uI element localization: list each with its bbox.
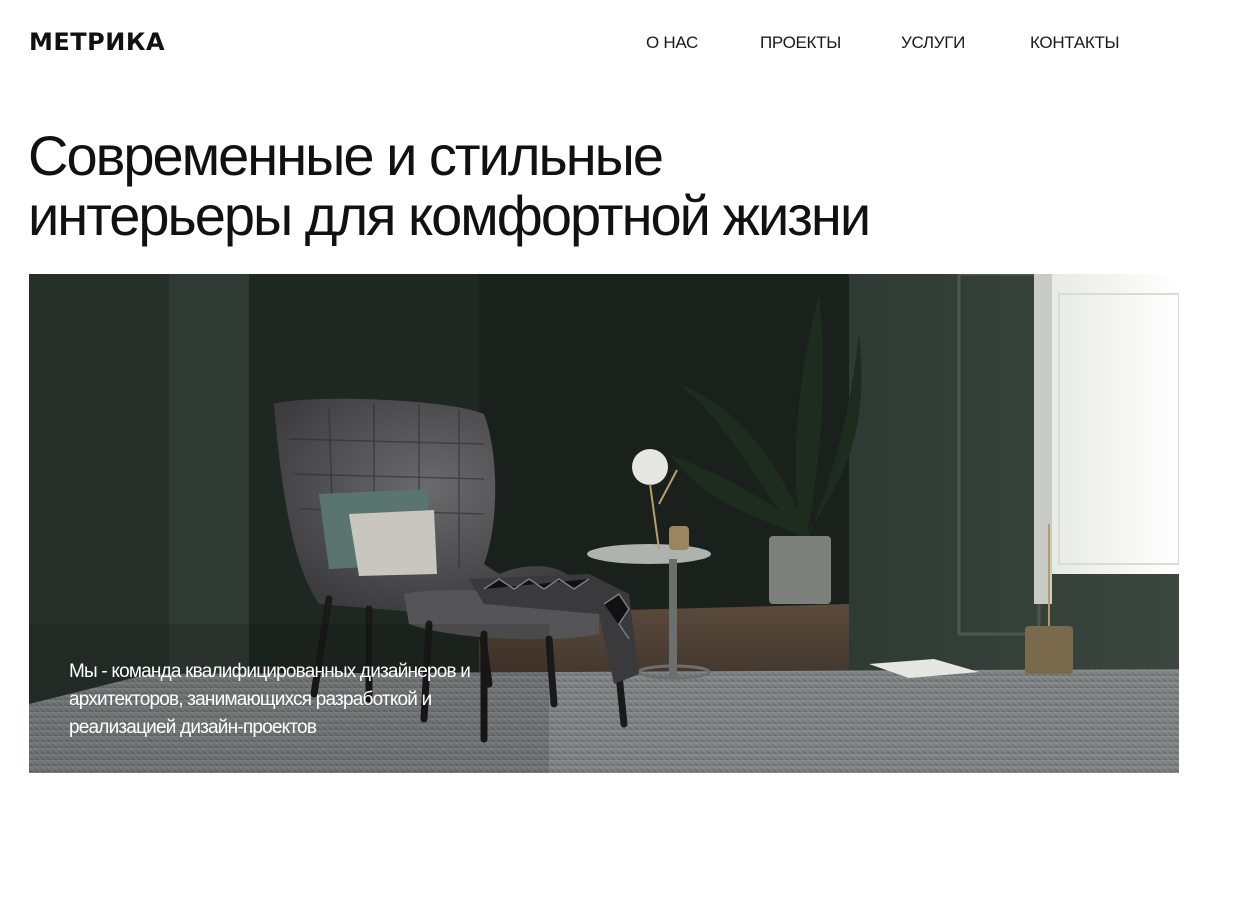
nav-item-about[interactable]: О НАС	[646, 32, 698, 54]
hero-caption: Мы - команда квалифицированных дизайнеро…	[69, 661, 471, 738]
hero-image: Мы - команда квалифицированных дизайнеро…	[29, 274, 1179, 773]
hero-headline: Современные и стильные интерьеры для ком…	[28, 124, 871, 247]
main-nav: О НАС ПРОЕКТЫ УСЛУГИ КОНТАКТЫ	[0, 32, 1246, 54]
hero-headline-line-1: Современные и стильные	[28, 124, 664, 187]
site-header: МЕТРИКА О НАС ПРОЕКТЫ УСЛУГИ КОНТАКТЫ	[0, 0, 1246, 84]
nav-item-services[interactable]: УСЛУГИ	[901, 32, 965, 54]
nav-item-contacts[interactable]: КОНТАКТЫ	[1030, 32, 1120, 54]
nav-item-projects[interactable]: ПРОЕКТЫ	[760, 32, 841, 54]
hero-headline-line-2: интерьеры для комфортной жизни	[28, 184, 871, 247]
